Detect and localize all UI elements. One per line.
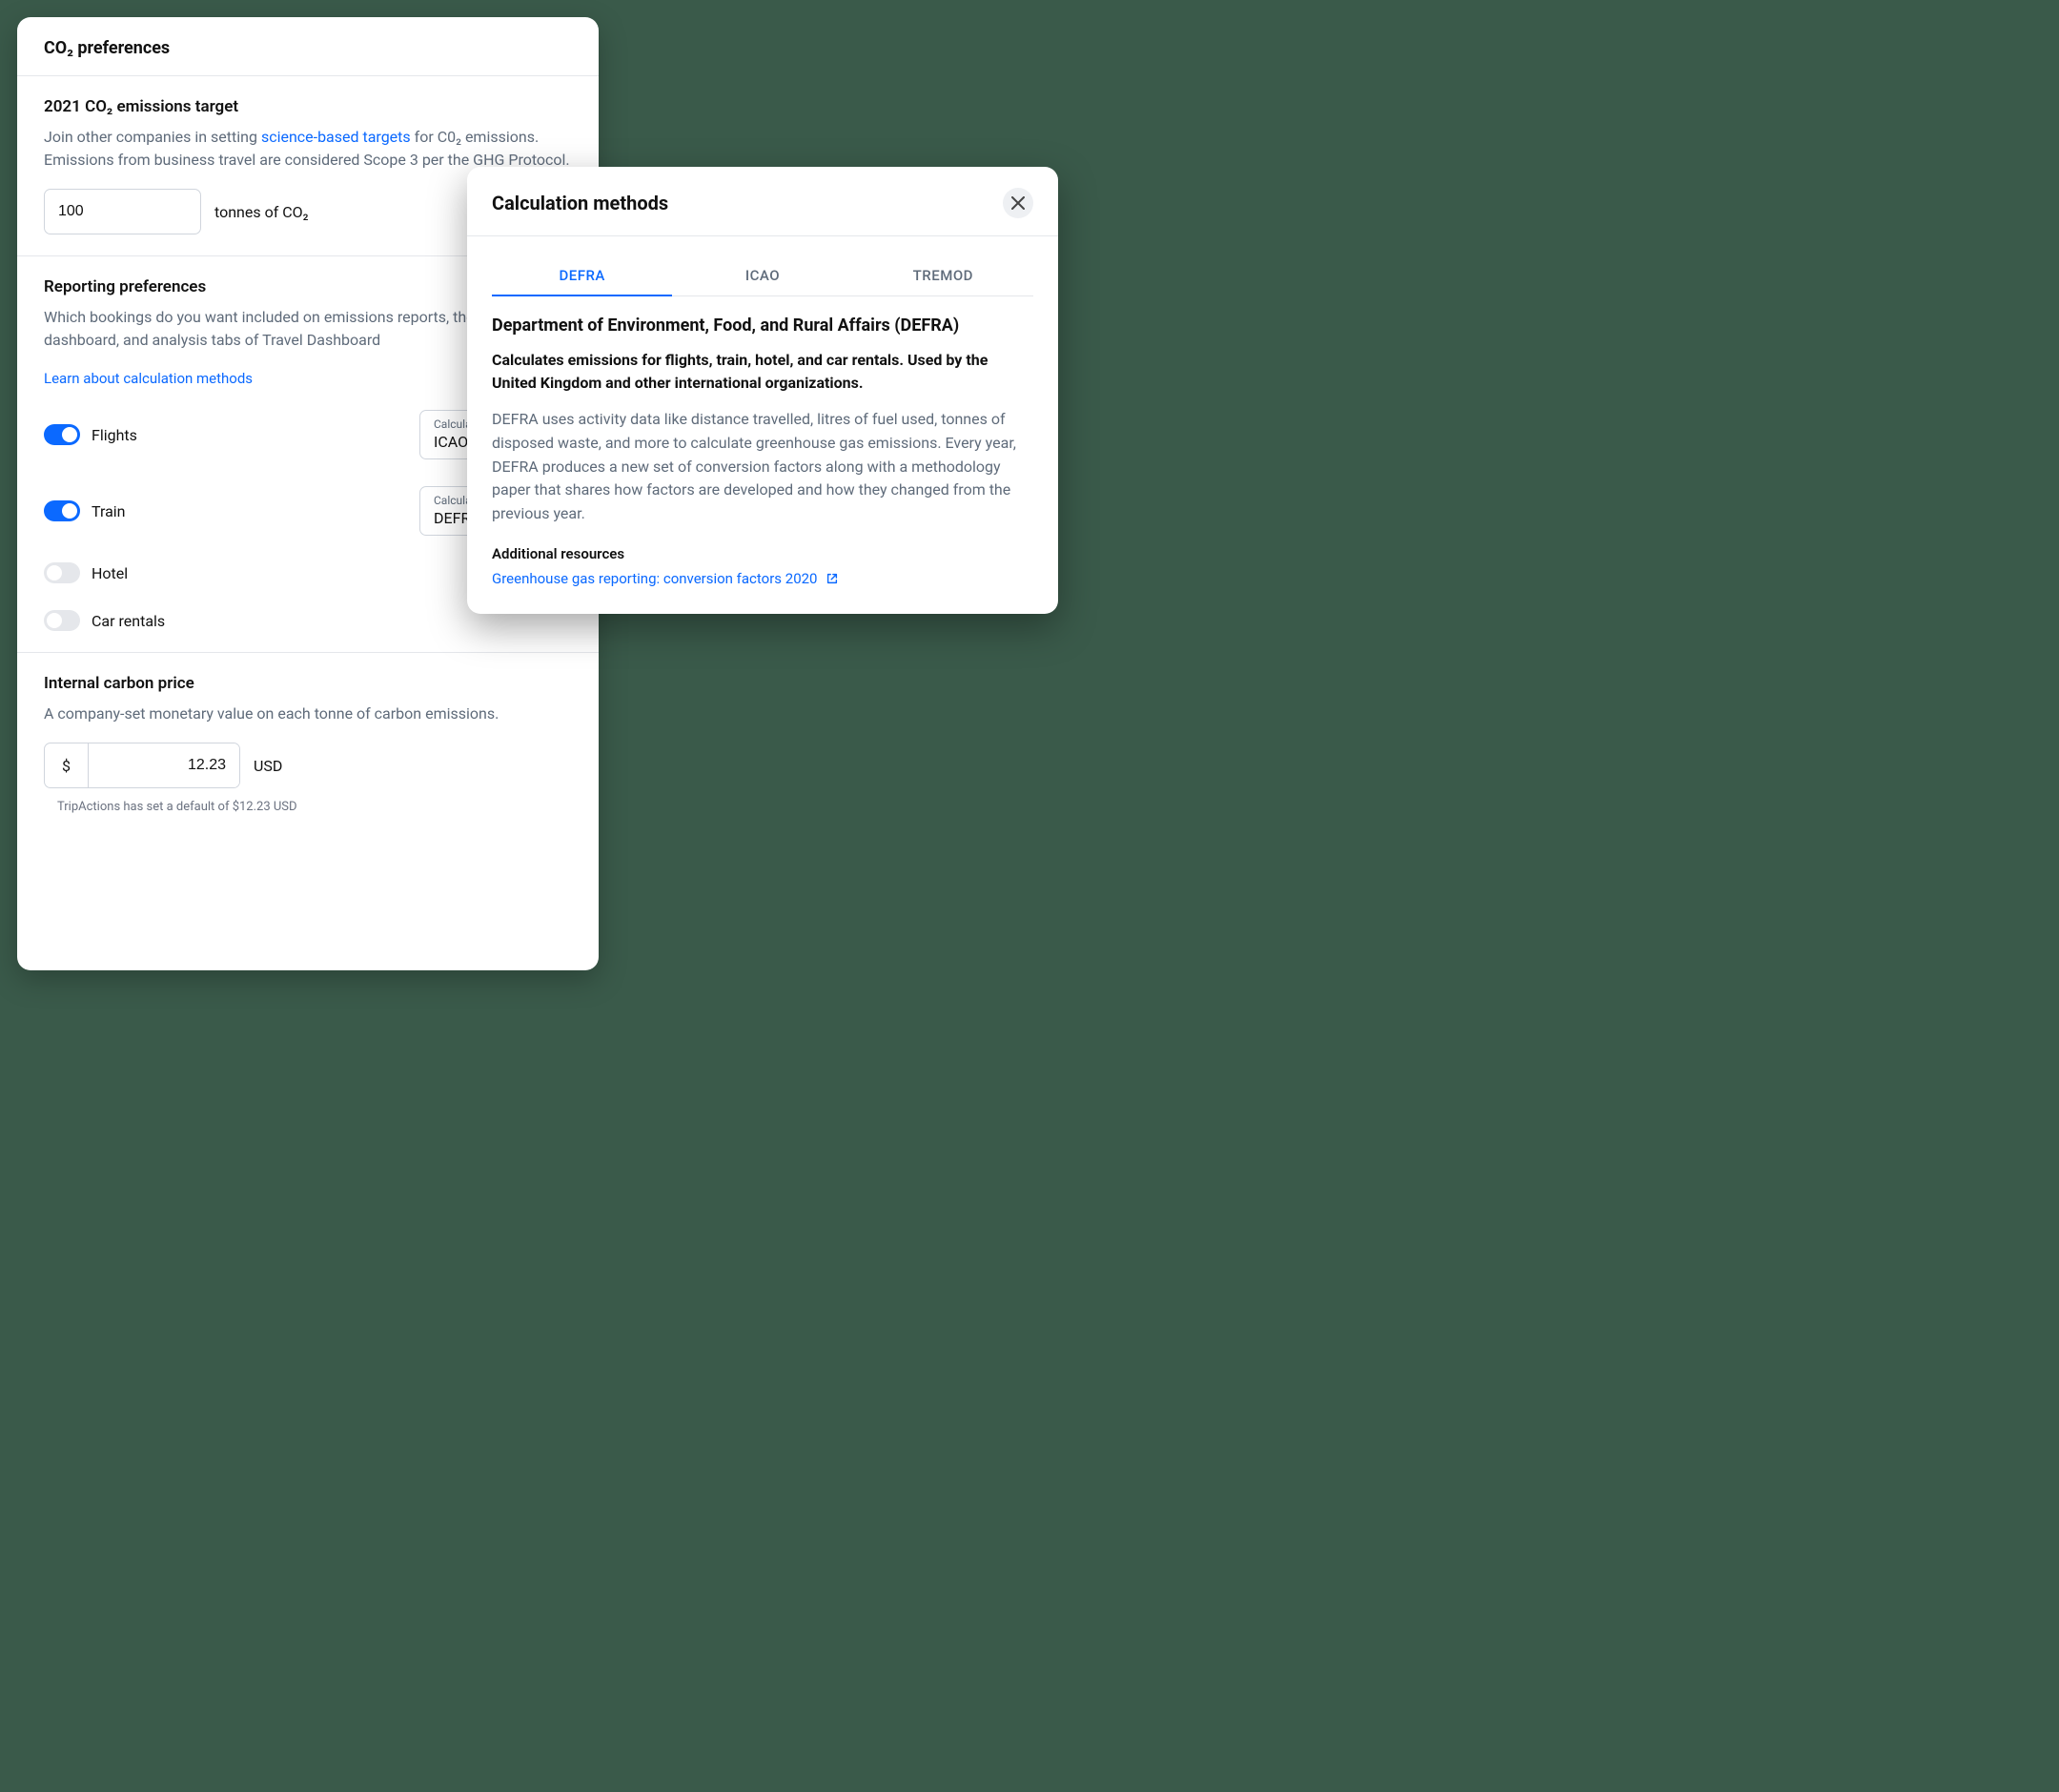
methods-title: Calculation methods (492, 192, 668, 214)
toggle-car-rentals[interactable] (44, 610, 80, 631)
resources-label: Additional resources (492, 545, 1033, 562)
close-icon (1011, 196, 1025, 210)
target-value-input[interactable] (44, 189, 201, 234)
target-suffix: tonnes of CO₂ (214, 203, 309, 221)
external-link-icon (826, 572, 839, 585)
methods-body: Department of Environment, Food, and Rur… (467, 296, 1058, 614)
toggle-hotel[interactable] (44, 562, 80, 583)
currency-code: USD (254, 757, 282, 775)
currency-symbol: $ (45, 743, 89, 787)
prefs-title: CO₂ preferences (44, 38, 572, 58)
science-based-targets-link[interactable]: science-based targets (261, 128, 411, 146)
toggle-flights[interactable] (44, 424, 80, 445)
learn-calculation-methods-link[interactable]: Learn about calculation methods (44, 370, 253, 387)
methods-header: Calculation methods (467, 167, 1058, 236)
tab-defra[interactable]: DEFRA (492, 255, 672, 295)
resource-link[interactable]: Greenhouse gas reporting: conversion fac… (492, 570, 1033, 587)
toggle-train[interactable] (44, 500, 80, 521)
method-detail-heading: Department of Environment, Food, and Rur… (492, 316, 1033, 336)
carbon-price-input-group: $ (44, 743, 240, 788)
carbon-price-footnote: TripActions has set a default of $12.23 … (57, 800, 572, 814)
close-button[interactable] (1003, 188, 1033, 218)
toggle-label-flights: Flights (92, 426, 137, 444)
tab-icao[interactable]: ICAO (672, 255, 852, 295)
carbon-price-row: $ USD (44, 743, 572, 788)
carbon-price-section: Internal carbon price A company-set mone… (17, 653, 599, 835)
toggle-label-train: Train (92, 502, 126, 520)
carbon-price-input[interactable] (89, 743, 239, 787)
tab-tremod[interactable]: TREMOD (853, 255, 1033, 295)
toggle-label-hotel: Hotel (92, 564, 128, 582)
method-bold-summary: Calculates emissions for flights, train,… (492, 349, 1033, 395)
carbon-price-description: A company-set monetary value on each ton… (44, 703, 572, 725)
carbon-price-heading: Internal carbon price (44, 674, 572, 693)
methods-tabs: DEFRA ICAO TREMOD (492, 255, 1033, 296)
method-body-text: DEFRA uses activity data like distance t… (492, 408, 1033, 526)
toggle-label-car-rentals: Car rentals (92, 612, 165, 630)
calculation-methods-card: Calculation methods DEFRA ICAO TREMOD De… (467, 167, 1058, 614)
target-description: Join other companies in setting science-… (44, 126, 572, 172)
prefs-header: CO₂ preferences (17, 17, 599, 76)
target-heading: 2021 CO₂ emissions target (44, 97, 572, 116)
